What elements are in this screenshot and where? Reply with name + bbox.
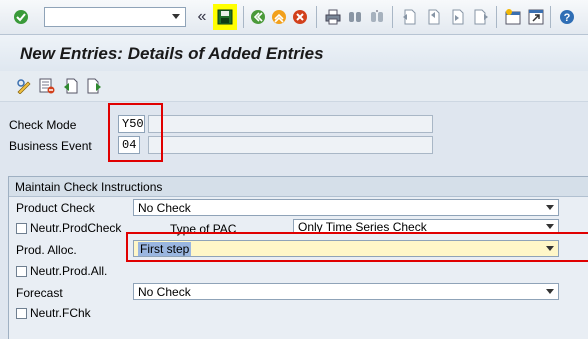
annotation-box-header-fields (108, 103, 163, 162)
toolbar-separator (243, 6, 244, 28)
neutr-prodcheck-checkbox[interactable] (16, 223, 27, 234)
title-bar: New Entries: Details of Added Entries (0, 35, 588, 71)
product-check-label: Product Check (16, 201, 95, 215)
back-icon[interactable] (249, 8, 267, 26)
display-change-icon[interactable] (16, 78, 32, 95)
cancel-icon[interactable] (291, 8, 309, 26)
print-icon[interactable] (324, 8, 342, 26)
group-header: Maintain Check Instructions (9, 177, 588, 197)
enter-icon[interactable] (12, 8, 30, 26)
business-event-label: Business Event (9, 139, 92, 153)
annotation-box-prod-alloc (126, 232, 588, 262)
chevron-down-icon[interactable] (546, 224, 554, 229)
prod-alloc-label: Prod. Alloc. (16, 243, 77, 257)
system-toolbar: « ? (0, 0, 588, 35)
chevron-down-icon[interactable] (546, 205, 554, 210)
command-field[interactable] (44, 7, 186, 27)
application-toolbar (0, 71, 588, 102)
command-dropdown-icon[interactable] (169, 9, 183, 25)
type-of-pac-dropdown[interactable]: Only Time Series Check (293, 219, 559, 233)
find-icon[interactable] (346, 8, 364, 26)
neutr-prodall-label: Neutr.Prod.All. (30, 264, 108, 278)
save-icon[interactable] (216, 8, 234, 26)
next-entry-icon[interactable] (86, 78, 102, 94)
check-mode-label: Check Mode (9, 118, 77, 132)
help-icon[interactable]: ? (558, 8, 576, 26)
chevron-down-icon[interactable] (546, 289, 554, 294)
create-session-icon[interactable] (504, 8, 522, 26)
prev-page-icon[interactable] (424, 8, 442, 26)
toolbar-separator (496, 6, 497, 28)
toolbar-separator (392, 6, 393, 28)
toolbar-separator (316, 6, 317, 28)
neutr-fchk-checkbox[interactable] (16, 308, 27, 319)
business-event-description (148, 136, 433, 154)
last-page-icon[interactable] (472, 8, 490, 26)
next-page-icon[interactable] (448, 8, 466, 26)
page-title: New Entries: Details of Added Entries (20, 44, 324, 63)
forecast-dropdown[interactable]: No Check (133, 283, 559, 300)
group-title: Maintain Check Instructions (15, 180, 163, 194)
product-check-value: No Check (138, 201, 191, 215)
neutr-prodall-checkbox[interactable] (16, 266, 27, 277)
forecast-label: Forecast (16, 286, 63, 300)
previous-entry-icon[interactable] (63, 78, 79, 94)
shortcut-icon[interactable] (527, 8, 545, 26)
collapse-icon[interactable]: « (193, 8, 211, 26)
find-next-icon[interactable] (368, 8, 386, 26)
delete-icon[interactable] (39, 78, 55, 94)
svg-text:?: ? (564, 12, 571, 24)
neutr-prodcheck-label: Neutr.ProdCheck (30, 221, 122, 235)
product-check-dropdown[interactable]: No Check (133, 199, 559, 216)
first-page-icon[interactable] (400, 8, 418, 26)
forecast-value: No Check (138, 285, 191, 299)
neutr-fchk-label: Neutr.FChk (30, 306, 91, 320)
exit-icon[interactable] (270, 8, 288, 26)
check-mode-description (148, 115, 433, 133)
toolbar-separator (550, 6, 551, 28)
